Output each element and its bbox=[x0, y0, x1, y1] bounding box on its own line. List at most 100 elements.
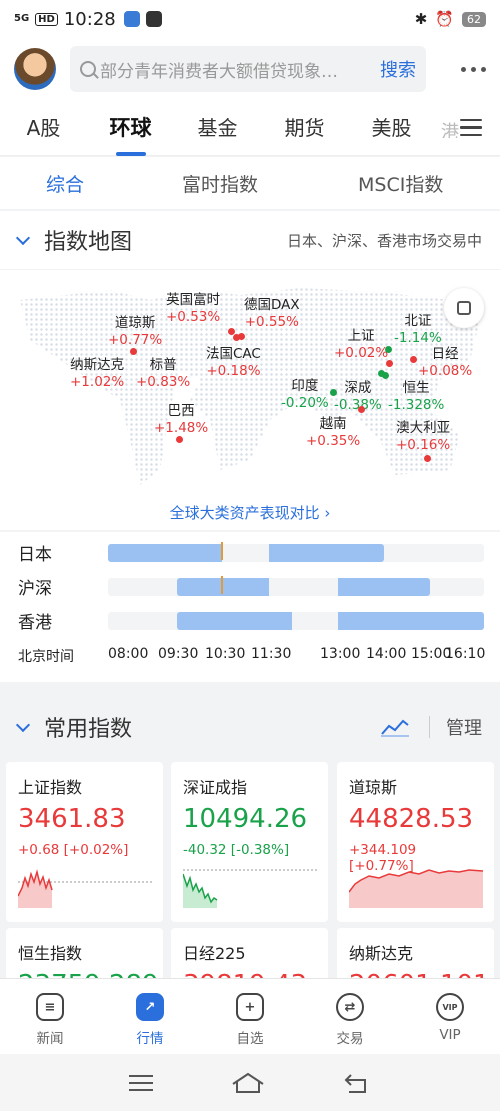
card-sparkline bbox=[18, 869, 152, 908]
nav-vip[interactable]: VIP VIP bbox=[400, 979, 500, 1054]
collapse-chevron-icon[interactable] bbox=[15, 717, 31, 732]
marker-dot-australia bbox=[424, 455, 431, 462]
bottom-nav: ≡ 新闻 ↗ 行情 + 自选 ⇄ 交易 VIP VIP bbox=[0, 978, 500, 1054]
time-tick: 13:00 bbox=[320, 646, 361, 662]
index-card-dow[interactable]: 道琼斯 44828.53 +344.109 [+0.77%] bbox=[337, 762, 494, 922]
nav-watchlist[interactable]: + 自选 bbox=[200, 979, 300, 1054]
search-box[interactable]: 部分青年消费者大额借贷现象… 搜索 bbox=[70, 46, 426, 92]
card-index-value: 44828.53 bbox=[349, 804, 474, 834]
nav-market[interactable]: ↗ 行情 bbox=[100, 979, 200, 1054]
session-track bbox=[108, 612, 484, 630]
marker-nikkei[interactable]: 日经 +0.08% bbox=[418, 346, 472, 380]
card-index-name: 上证指数 bbox=[18, 778, 83, 797]
marker-shanghai[interactable]: 上证 +0.02% bbox=[334, 328, 388, 362]
clock: 10:28 bbox=[63, 8, 116, 30]
index-map: 英国富时 +0.53% 德国DAX +0.55% 道琼斯 +0.77% 法国CAC +0… bbox=[0, 270, 500, 530]
add-icon: + bbox=[236, 993, 264, 1021]
tabs-menu-icon[interactable] bbox=[460, 114, 482, 142]
card-sparkline bbox=[349, 869, 483, 908]
expand-icon bbox=[457, 301, 471, 315]
signal-indicator: 5G bbox=[14, 13, 30, 24]
marker-sp500[interactable]: 标普 +0.83% bbox=[136, 357, 190, 391]
recent-apps-icon[interactable] bbox=[129, 1070, 153, 1096]
tab-hk[interactable]: 港 bbox=[441, 118, 459, 138]
session-market-label: 香港 bbox=[18, 613, 52, 633]
session-track bbox=[108, 544, 484, 562]
time-tick: 11:30 bbox=[251, 646, 292, 662]
session-row-hk: 香港 bbox=[0, 608, 500, 633]
index-card-szse[interactable]: 深证成指 10494.26 -40.32 [-0.38%] bbox=[171, 762, 328, 922]
marker-india[interactable]: 印度 -0.20% bbox=[281, 378, 329, 412]
manage-button[interactable]: 管理 bbox=[446, 714, 482, 740]
notification-app-icon bbox=[123, 11, 140, 27]
index-map-header[interactable]: 指数地图 日本、沪深、香港市场交易中 bbox=[0, 211, 500, 269]
common-indices-header: 常用指数 管理 bbox=[0, 697, 500, 757]
more-icon[interactable] bbox=[461, 66, 486, 72]
marker-dot-dow bbox=[130, 348, 137, 355]
expand-map-button[interactable] bbox=[444, 288, 484, 328]
session-segment bbox=[269, 544, 384, 562]
tab-a-shares[interactable]: A股 bbox=[0, 100, 87, 156]
nav-news[interactable]: ≡ 新闻 bbox=[0, 979, 100, 1054]
marker-dot-shanghai bbox=[386, 360, 393, 367]
marker-dot-cac bbox=[233, 334, 240, 341]
card-index-name: 恒生指数 bbox=[18, 944, 83, 963]
nav-trade[interactable]: ⇄ 交易 bbox=[300, 979, 400, 1054]
market-sessions: 日本 沪深 香港 北京时间 08:00 09:30 10:30 11:30 13… bbox=[0, 532, 500, 682]
index-map-title: 指数地图 bbox=[44, 230, 133, 255]
subtab-msci[interactable]: MSCI指数 bbox=[358, 170, 443, 197]
home-icon[interactable] bbox=[231, 1072, 265, 1094]
time-tick: 08:00 bbox=[108, 646, 149, 662]
marker-dot-nikkei bbox=[410, 356, 417, 363]
marker-hsi[interactable]: 恒生 -1.328% bbox=[388, 380, 444, 414]
subtab-ftse[interactable]: 富时指数 bbox=[182, 170, 258, 197]
index-card-sse[interactable]: 上证指数 3461.83 +0.68 [+0.02%] bbox=[6, 762, 163, 922]
session-segment bbox=[177, 578, 269, 596]
subtab-overview[interactable]: 综合 bbox=[46, 170, 84, 197]
trading-note: 日本、沪深、香港市场交易中 bbox=[286, 231, 482, 250]
marker-brazil[interactable]: 巴西 +1.48% bbox=[154, 403, 208, 437]
asset-compare-link[interactable]: 全球大类资产表现对比 › bbox=[0, 502, 500, 523]
collapse-chevron-icon[interactable] bbox=[15, 230, 31, 245]
tab-futures[interactable]: 期货 bbox=[261, 100, 348, 156]
chart-mode-icon[interactable] bbox=[381, 717, 409, 737]
notification-play-icon bbox=[145, 11, 162, 27]
search-input[interactable]: 部分青年消费者大额借贷现象… bbox=[100, 57, 370, 82]
divider bbox=[429, 716, 430, 738]
tab-funds[interactable]: 基金 bbox=[174, 100, 261, 156]
search-icon bbox=[80, 61, 96, 77]
marker-ftse[interactable]: 英国富时 +0.53% bbox=[166, 292, 220, 326]
avatar[interactable] bbox=[14, 48, 56, 90]
marker-nasdaq[interactable]: 纳斯达克 +1.02% bbox=[70, 357, 124, 391]
hd-indicator: HD bbox=[35, 12, 58, 26]
card-index-name: 深证成指 bbox=[183, 778, 248, 797]
card-index-change: -40.32 [-0.38%] bbox=[183, 842, 290, 858]
tab-global[interactable]: 环球 bbox=[87, 100, 174, 156]
marker-bse[interactable]: 北证 -1.14% bbox=[394, 313, 442, 347]
nav-label: 新闻 bbox=[36, 1031, 64, 1047]
top-bar: 部分青年消费者大额借贷现象… 搜索 bbox=[0, 38, 500, 100]
battery-icon: 62 bbox=[462, 11, 486, 27]
vip-icon: VIP bbox=[436, 993, 464, 1021]
marker-dot-brazil bbox=[176, 436, 183, 443]
marker-dow[interactable]: 道琼斯 +0.77% bbox=[108, 315, 162, 349]
back-icon[interactable] bbox=[343, 1072, 371, 1094]
card-index-change: +0.68 [+0.02%] bbox=[18, 842, 129, 858]
market-trend-icon: ↗ bbox=[136, 993, 164, 1021]
marker-dax[interactable]: 德国DAX +0.55% bbox=[244, 297, 300, 331]
marker-australia[interactable]: 澳大利亚 +0.16% bbox=[396, 420, 450, 454]
search-button[interactable]: 搜索 bbox=[380, 56, 416, 82]
session-row-japan: 日本 bbox=[0, 540, 500, 565]
marker-cac[interactable]: 法国CAC +0.18% bbox=[206, 346, 261, 380]
time-tick: 14:00 bbox=[366, 646, 407, 662]
card-sparkline bbox=[183, 869, 317, 908]
common-indices-title: 常用指数 bbox=[44, 717, 133, 742]
exchange-icon: ⇄ bbox=[336, 993, 364, 1021]
marker-vietnam[interactable]: 越南 +0.35% bbox=[306, 416, 360, 450]
market-tabs: A股 环球 基金 期货 美股 港 bbox=[0, 100, 500, 156]
nav-label: 交易 bbox=[336, 1031, 364, 1047]
marker-dot-vietnam bbox=[358, 406, 365, 413]
tab-us-stocks[interactable]: 美股 bbox=[348, 100, 435, 156]
session-market-label: 沪深 bbox=[18, 579, 52, 599]
sub-tabs: 综合 富时指数 MSCI指数 bbox=[0, 157, 500, 209]
